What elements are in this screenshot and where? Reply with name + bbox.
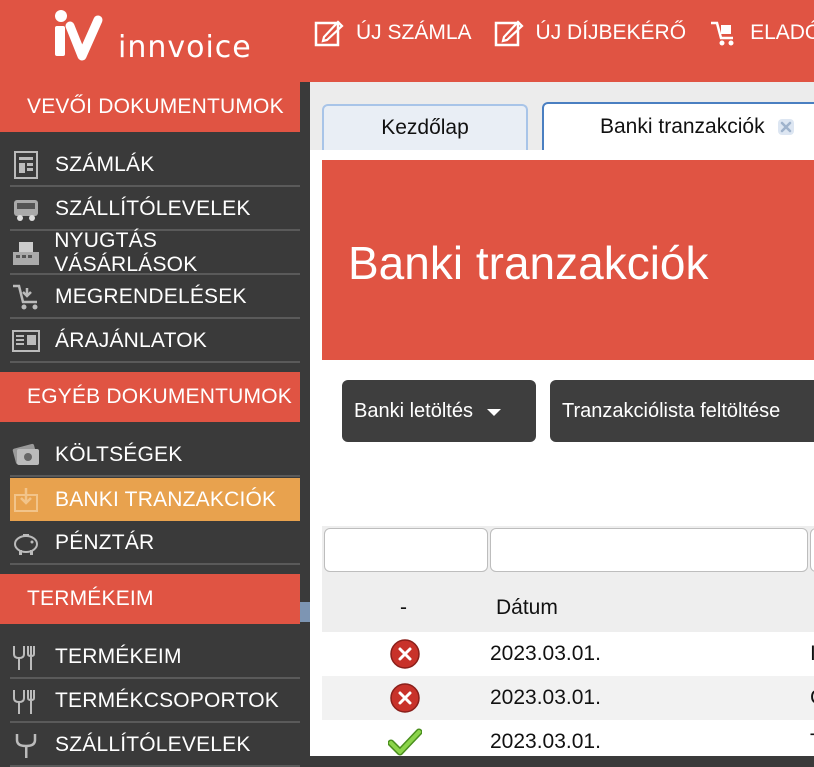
quote-icon bbox=[10, 325, 42, 357]
bank-icon bbox=[10, 484, 42, 516]
status-cell bbox=[322, 676, 488, 720]
sidebar-item-label: NYUGTÁS VÁSÁRLÁSOK bbox=[54, 228, 198, 276]
date-cell: 2023.03.01. bbox=[490, 730, 601, 753]
bank-download-button[interactable]: Banki letöltés bbox=[342, 380, 536, 442]
upload-transactions-label: Tranzakciólista feltöltése bbox=[562, 399, 781, 422]
sidebar-item-label: KÖLTSÉGEK bbox=[55, 442, 183, 466]
cart-icon bbox=[10, 281, 42, 313]
tab-home[interactable]: Kezdőlap bbox=[322, 104, 528, 150]
piggy-bank-icon bbox=[10, 527, 42, 559]
new-proforma-button[interactable]: ÚJ DÍJBEKÉRŐ bbox=[494, 18, 687, 48]
bank-download-label: Banki letöltés bbox=[354, 399, 473, 422]
sidebar-item-label: TERMÉKEIM bbox=[55, 644, 182, 668]
date-filter-input[interactable] bbox=[490, 528, 808, 572]
new-invoice-button[interactable]: ÚJ SZÁMLA bbox=[314, 18, 472, 48]
sidebar-item-label: BANKI TRANZAKCIÓK bbox=[55, 487, 277, 511]
top-nav: ÚJ SZÁMLA ÚJ DÍJBEKÉRŐ ELADÓI bbox=[314, 18, 814, 48]
sidebar-item-label: TERMÉKCSOPORTOK bbox=[55, 688, 279, 712]
date-cell: 2023.03.01. bbox=[490, 642, 601, 665]
cutlery-icon bbox=[10, 641, 42, 673]
page-title: Banki tranzakciók bbox=[348, 237, 709, 289]
tab-label: Banki tranzakciók bbox=[600, 115, 765, 138]
new-invoice-label: ÚJ SZÁMLA bbox=[356, 21, 472, 44]
seller-label: ELADÓI bbox=[750, 21, 814, 44]
date-cell: 2023.03.01. bbox=[490, 686, 601, 709]
sidebar-item-label: PÉNZTÁR bbox=[55, 530, 155, 554]
sidebar-item-bank-transactions[interactable]: BANKI TRANZAKCIÓK bbox=[10, 478, 300, 521]
top-bar: innvoice ÚJ SZÁMLA ÚJ DÍJBEKÉRŐ ELADÓ bbox=[0, 0, 814, 82]
sidebar-item-label: SZÁLLÍTÓLEVELEK bbox=[55, 732, 251, 756]
sidebar-item-label: MEGRENDELÉSEK bbox=[55, 284, 247, 308]
innvoice-logo-icon bbox=[55, 10, 103, 61]
sidebar-item-quotes[interactable]: ÁRAJÁNLATOK bbox=[10, 320, 300, 363]
caret-down-icon bbox=[486, 408, 501, 416]
column-header-status[interactable]: - bbox=[400, 584, 407, 632]
table-row[interactable]: 2023.03.01. I bbox=[322, 632, 814, 676]
sidebar-item-label: ÁRAJÁNLATOK bbox=[55, 328, 207, 352]
invoice-icon bbox=[10, 149, 42, 181]
sidebar-item-product-groups[interactable]: TERMÉKCSOPORTOK bbox=[10, 680, 300, 723]
cart-icon bbox=[711, 21, 734, 46]
edit-icon bbox=[314, 20, 344, 47]
status-cell bbox=[322, 632, 488, 676]
next-cell: C bbox=[810, 676, 814, 720]
table-row[interactable]: 2023.03.01. T bbox=[322, 720, 814, 756]
logo-text: innvoice bbox=[118, 30, 252, 65]
main-content: Kezdőlap Banki tranzakciók Banki tranzak… bbox=[310, 82, 814, 756]
cutlery-icon bbox=[10, 685, 42, 717]
sidebar-item-label: SZÁMLÁK bbox=[55, 152, 155, 176]
register-icon bbox=[10, 237, 41, 269]
sidebar-item-cash-register[interactable]: PÉNZTÁR bbox=[10, 522, 300, 565]
column-filter-input[interactable] bbox=[810, 528, 814, 572]
tab-bank-transactions[interactable]: Banki tranzakciók bbox=[542, 102, 814, 150]
sidebar-section-products[interactable]: TERMÉKEIM bbox=[0, 574, 300, 624]
truck-icon bbox=[10, 193, 42, 225]
edit-icon bbox=[494, 20, 524, 47]
sidebar-item-expenses[interactable]: KÖLTSÉGEK bbox=[10, 434, 300, 477]
tab-strip: Kezdőlap Banki tranzakciók bbox=[310, 82, 814, 150]
sidebar-item-invoices[interactable]: SZÁMLÁK bbox=[10, 144, 300, 187]
tab-label: Kezdőlap bbox=[381, 116, 469, 139]
sidebar-item-orders[interactable]: MEGRENDELÉSEK bbox=[10, 276, 300, 319]
sidebar-item-delivery-notes[interactable]: SZÁLLÍTÓLEVELEK bbox=[10, 188, 300, 231]
sidebar-item-label: SZÁLLÍTÓLEVELEK bbox=[55, 196, 251, 220]
next-cell: I bbox=[810, 642, 814, 665]
page-header: Banki tranzakciók bbox=[322, 160, 814, 360]
next-cell: T bbox=[810, 720, 814, 756]
transactions-table: - Dátum 2023.03.01. I 2023.03.01. 2023.0… bbox=[322, 526, 814, 756]
error-icon bbox=[390, 639, 420, 669]
seller-button[interactable]: ELADÓI bbox=[708, 18, 814, 48]
sidebar-scrollbar-thumb[interactable] bbox=[300, 602, 310, 622]
table-row[interactable]: 2023.03.01. C bbox=[322, 676, 814, 720]
sidebar-item-my-products[interactable]: TERMÉKEIM bbox=[10, 636, 300, 679]
sidebar-item-receipt-purchases[interactable]: NYUGTÁS VÁSÁRLÁSOK bbox=[10, 228, 300, 276]
status-cell bbox=[322, 720, 488, 756]
sidebar-section-other-documents[interactable]: EGYÉB DOKUMENTUMOK bbox=[0, 372, 300, 422]
new-proforma-label: ÚJ DÍJBEKÉRŐ bbox=[535, 21, 687, 44]
status-filter-input[interactable] bbox=[324, 528, 488, 572]
error-icon bbox=[390, 683, 420, 713]
sidebar-item-supplier-notes[interactable]: SZÁLLÍTÓLEVELEK bbox=[10, 724, 300, 767]
upload-transactions-button[interactable]: Tranzakciólista feltöltése bbox=[550, 380, 814, 442]
close-icon[interactable] bbox=[777, 118, 795, 136]
sidebar: VEVŐI DOKUMENTUMOK SZÁMLÁK SZÁLLÍTÓLEVEL… bbox=[0, 82, 310, 767]
sidebar-section-customer-documents[interactable]: VEVŐI DOKUMENTUMOK bbox=[0, 82, 300, 132]
sidebar-scrollbar[interactable] bbox=[300, 82, 310, 756]
check-icon bbox=[388, 728, 422, 756]
column-header-date[interactable]: Dátum bbox=[496, 584, 558, 632]
money-icon bbox=[10, 439, 42, 471]
